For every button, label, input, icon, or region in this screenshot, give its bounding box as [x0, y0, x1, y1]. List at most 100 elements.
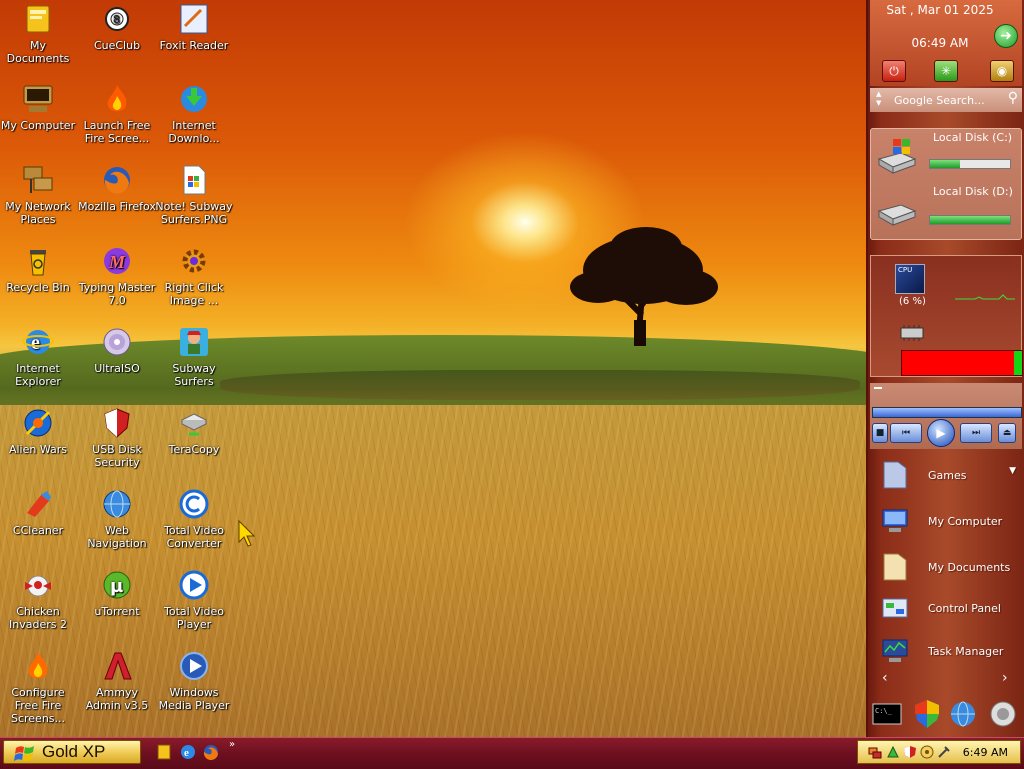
games-folder-icon — [883, 461, 907, 489]
update-tray-icon[interactable] — [920, 745, 934, 759]
desktop-icon-configure-fire-screensaver[interactable]: Configure Free Fire Screens... — [0, 649, 78, 725]
track-info — [874, 387, 882, 389]
chevron-left-icon[interactable]: ‹ — [882, 670, 888, 686]
power-icon[interactable]: ⏻ — [882, 60, 906, 82]
system-tray: 6:49 AM — [857, 740, 1021, 764]
network-tray-icon[interactable] — [868, 745, 882, 759]
desktop-sidebar: Sat , Mar 01 2025 06:49 AM ➜ ⏻ ✳ ◉ ▲▼ ⚲ … — [866, 0, 1024, 737]
desktop-icon-web-navigation[interactable]: Web Navigation — [77, 487, 157, 550]
tools-tray-icon[interactable] — [937, 745, 951, 759]
windows-flag-icon — [14, 744, 36, 767]
desktop-icon-chicken-invaders-2[interactable]: Chicken Invaders 2 — [0, 568, 78, 631]
wallpaper-treeline — [220, 370, 860, 400]
search-icon[interactable]: ⚲ — [1008, 90, 1018, 106]
desktop-icon-my-network-places[interactable]: My Network Places — [0, 163, 78, 226]
logoff-icon[interactable]: ◉ — [990, 60, 1014, 82]
chevron-right-icon[interactable]: › — [1002, 670, 1008, 686]
disk-c-usage-bar — [929, 159, 1011, 169]
disk-c-usage-fill — [930, 160, 961, 168]
desktop-icon-internet-explorer[interactable]: e Internet Explorer — [0, 325, 78, 388]
show-desktop-icon[interactable] — [155, 743, 173, 761]
desktop-icon-subway-surfers[interactable]: Subway Surfers — [154, 325, 234, 388]
desktop-icon-typing-master[interactable]: M Typing Master 7.0 — [77, 244, 157, 307]
launcher-item-my-documents[interactable]: My Documents — [868, 548, 1020, 588]
desktop-icon-label: CCleaner — [12, 524, 64, 537]
security-tray-icon[interactable] — [903, 745, 917, 759]
speaker-icon[interactable] — [988, 698, 1018, 730]
svg-text:e: e — [184, 747, 189, 759]
arrow-right-icon[interactable]: ➜ — [994, 24, 1018, 48]
security-center-shield-icon[interactable] — [912, 698, 942, 730]
typing-master-icon: M — [104, 248, 130, 274]
desktop-icon-label: My Computer — [0, 119, 76, 132]
desktop-icon-subway-surfers-png[interactable]: Note! Subway Surfers.PNG — [154, 163, 234, 226]
previous-track-icon[interactable]: ⏮ — [890, 423, 922, 443]
desktop-icon-my-documents[interactable]: My Documents — [0, 2, 78, 65]
desktop-icon-ultraiso[interactable]: UltraISO — [77, 325, 157, 375]
chevron-down-icon[interactable]: ▼ — [1009, 466, 1016, 476]
desktop-icon-teracopy[interactable]: TeraCopy — [154, 406, 234, 456]
desktop-icon-label: uTorrent — [94, 605, 140, 618]
hard-drive-icon — [877, 204, 917, 226]
launcher-item-my-computer[interactable]: My Computer — [868, 502, 1020, 542]
cpu-history-graph — [955, 294, 1015, 300]
play-icon[interactable]: ▶ — [927, 419, 955, 447]
quick-launch-more-icon[interactable]: » — [229, 739, 235, 750]
desktop-icon-alien-wars[interactable]: Alien Wars — [0, 406, 78, 456]
start-button[interactable]: Gold XP — [3, 740, 141, 764]
internet-explorer-icon[interactable]: e — [179, 743, 197, 761]
mouse-cursor-icon — [238, 520, 256, 547]
desktop-icon-label: Right Click Image ... — [164, 281, 224, 307]
desktop-icon-mozilla-firefox[interactable]: Mozilla Firefox — [77, 163, 157, 213]
memory-usage-bar — [901, 350, 1023, 376]
globe-icon — [103, 490, 131, 518]
desktop-icon-ccleaner[interactable]: CCleaner — [0, 487, 78, 537]
start-button-label: Gold XP — [42, 742, 106, 761]
teracopy-icon — [180, 413, 208, 436]
desktop-icon-my-computer[interactable]: My Computer — [0, 82, 78, 132]
desktop-icon-label: My Network Places — [5, 200, 71, 226]
utility-tray-icon[interactable] — [886, 745, 900, 759]
restart-icon[interactable]: ✳ — [934, 60, 958, 82]
launcher-item-label: My Documents — [928, 561, 1011, 574]
search-engine-selector-icon[interactable]: ▲ ▼ — [876, 90, 881, 108]
computer-icon — [23, 85, 53, 112]
cueclub-icon: 8 — [105, 7, 129, 31]
media-player-icon — [180, 652, 208, 680]
desktop-icon-internet-download-manager[interactable]: Internet Downlo... — [154, 82, 234, 145]
ammyy-admin-icon — [104, 652, 132, 680]
desktop-icon-windows-media-player[interactable]: Windows Media Player — [154, 649, 234, 712]
subway-surfers-icon — [180, 328, 208, 356]
google-search-input[interactable] — [892, 91, 1004, 109]
desktop-icon-foxit-reader[interactable]: Foxit Reader — [154, 2, 234, 52]
desktop-icon-cueclub[interactable]: 8 CueClub — [77, 2, 157, 52]
desktop-icon-launch-fire-screensaver[interactable]: Launch Free Fire Scree... — [77, 82, 157, 145]
desktop-icon-right-click-image[interactable]: Right Click Image ... — [154, 244, 234, 307]
launcher-item-task-manager[interactable]: Task Manager — [868, 632, 1020, 672]
desktop-icon-usb-disk-security[interactable]: USB Disk Security — [77, 406, 157, 469]
desktop-icon-ammyy-admin[interactable]: Ammyy Admin v3.5 — [77, 649, 157, 712]
desktop-icon-label: TeraCopy — [168, 443, 220, 456]
desktop-icon-total-video-player[interactable]: Total Video Player — [154, 568, 234, 631]
desktop-icon-utorrent[interactable]: µ uTorrent — [77, 568, 157, 618]
launcher-item-games[interactable]: Games ▼ — [868, 456, 1020, 496]
taskbar: Gold XP e » 6:49 AM — [0, 737, 1024, 769]
svg-text:C:\_: C:\_ — [875, 707, 893, 715]
stop-icon[interactable]: ■ — [872, 423, 888, 443]
desktop-icon-label: Configure Free Fire Screens... — [10, 686, 66, 725]
next-track-icon[interactable]: ⏭ — [960, 423, 992, 443]
desktop-icon-total-video-converter[interactable]: Total Video Converter — [154, 487, 234, 550]
download-manager-icon — [181, 86, 207, 112]
network-globe-icon[interactable] — [948, 698, 978, 730]
launcher-item-control-panel[interactable]: Control Panel — [868, 589, 1020, 629]
desktop-icon-label: Total Video Converter — [163, 524, 224, 550]
cpu-percent: (6 %) — [899, 296, 926, 307]
taskbar-clock[interactable]: 6:49 AM — [963, 746, 1008, 759]
eject-icon[interactable]: ⏏ — [998, 423, 1016, 443]
desktop-icon-recycle-bin[interactable]: Recycle Bin — [0, 244, 78, 294]
desktop-icon-label: Total Video Player — [163, 605, 224, 631]
utorrent-icon: µ — [103, 571, 131, 599]
command-prompt-icon[interactable]: C:\_ — [872, 698, 902, 730]
seek-bar[interactable] — [872, 407, 1022, 418]
firefox-icon[interactable] — [202, 743, 220, 761]
